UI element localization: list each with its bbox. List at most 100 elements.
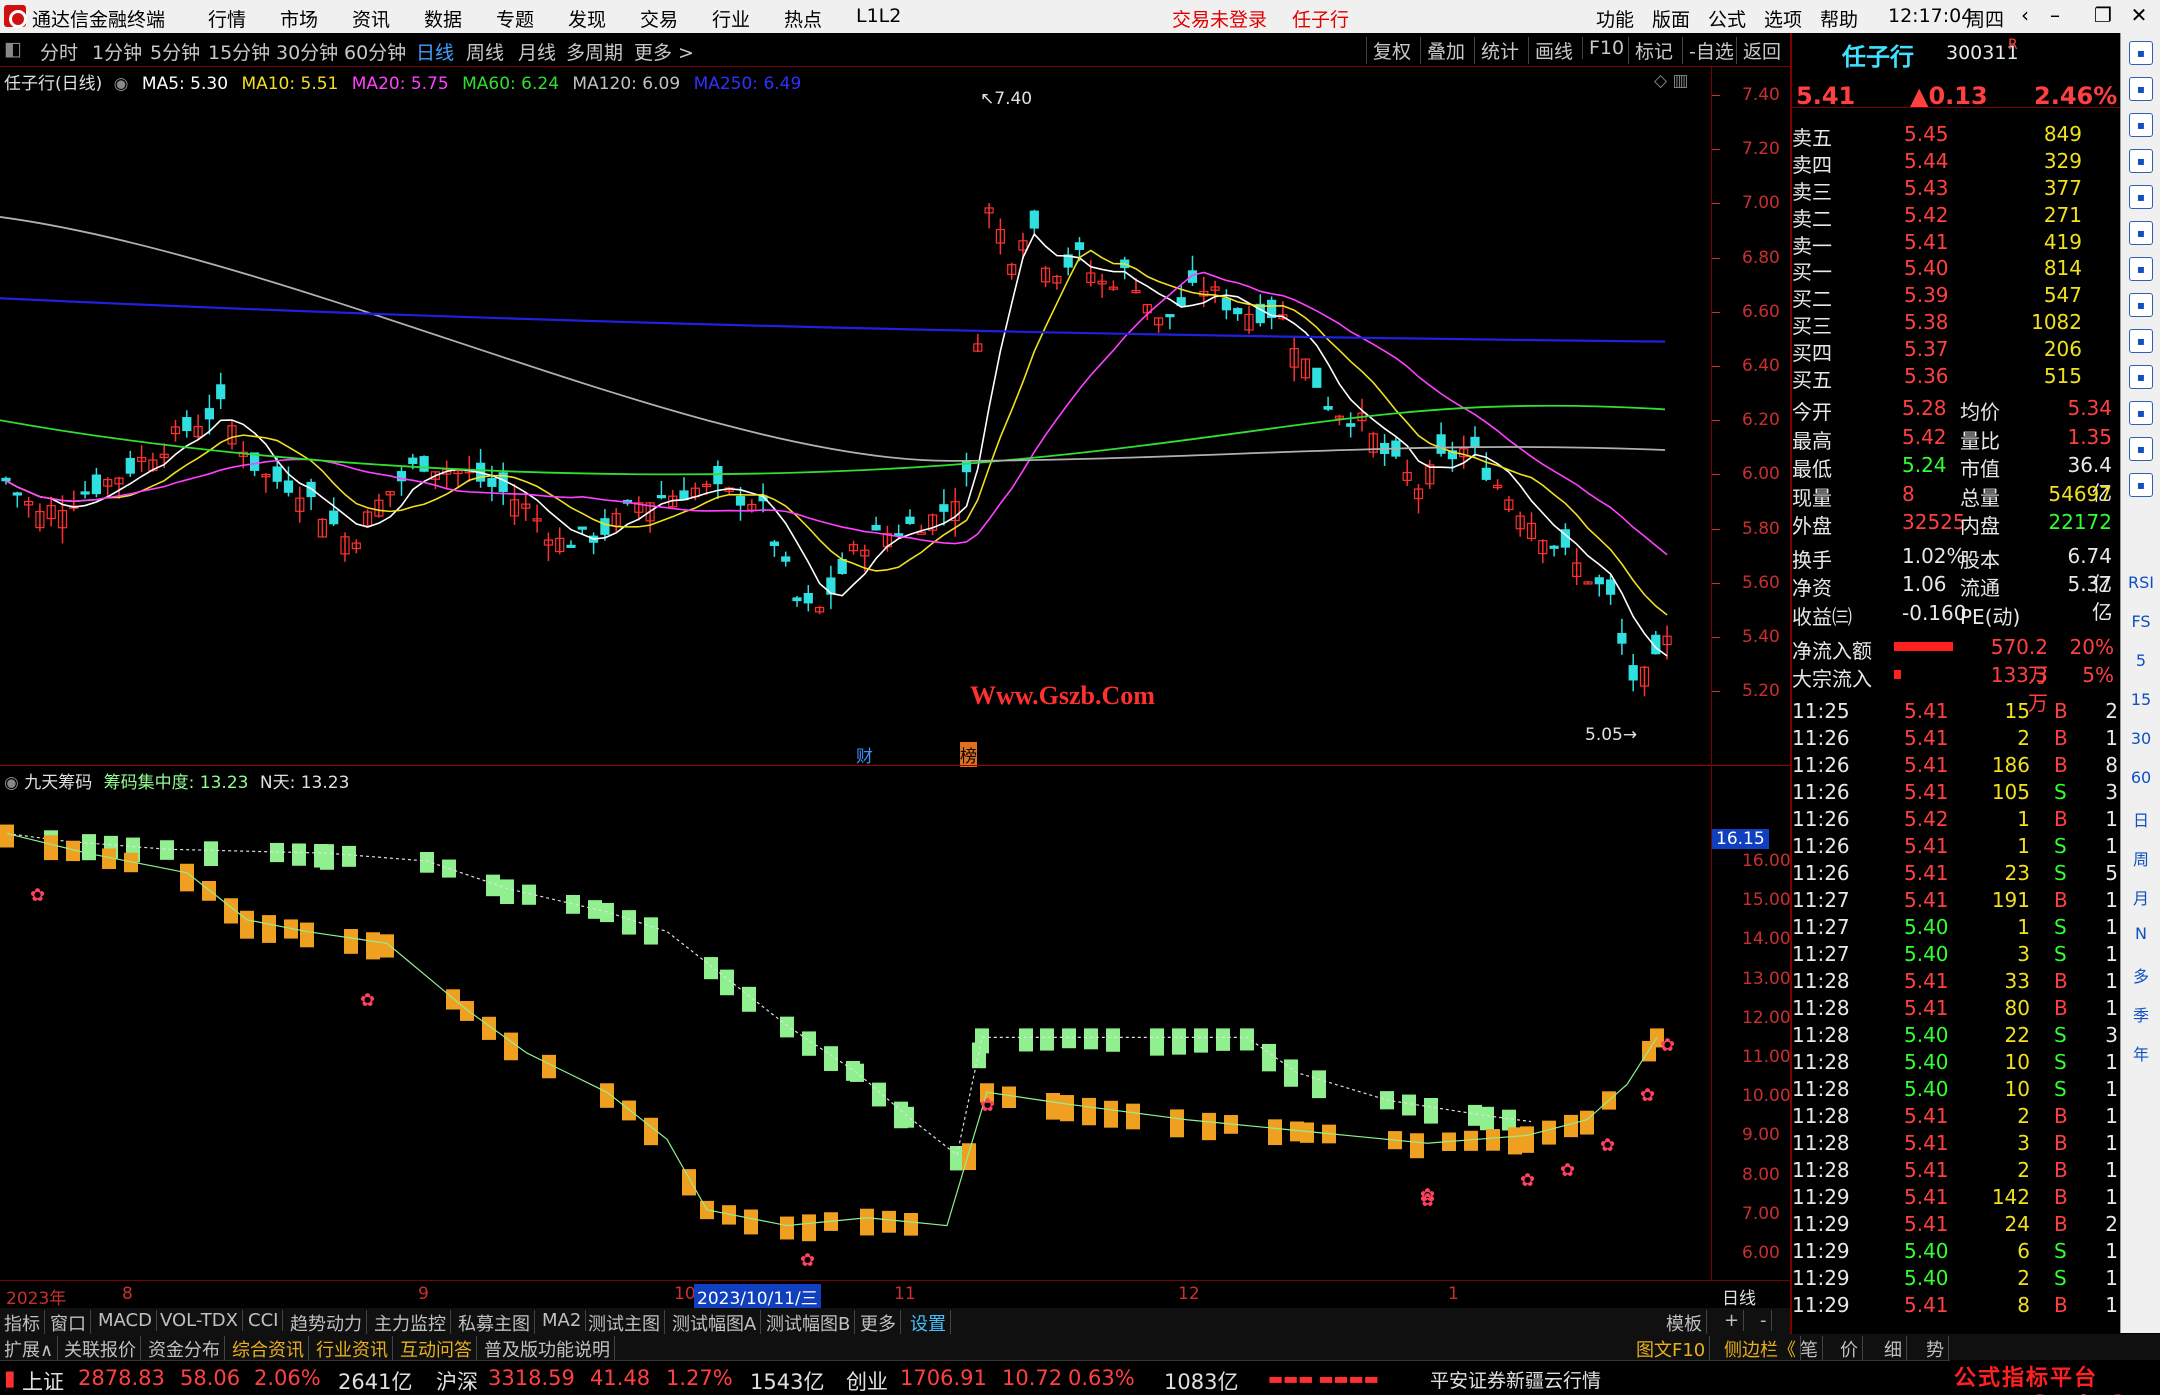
flow-row[interactable]: 大宗流入 133.3万 5% (1792, 662, 2120, 715)
menu-banmian[interactable]: 版面 (1652, 5, 1690, 32)
sidebar-period-3[interactable]: 15 (2127, 690, 2155, 709)
tab-xi[interactable]: 细 (1884, 1336, 1907, 1362)
f10-icon[interactable]: ▪ (2129, 293, 2153, 317)
zoom-out-button[interactable]: - (1760, 1310, 1772, 1331)
tree-icon[interactable]: ▪ (2129, 77, 2153, 101)
up-arrow-icon[interactable]: ▪ (2129, 41, 2153, 65)
bid-row[interactable]: 买三 5.38 1082 (1792, 309, 2120, 338)
btn-fanhui[interactable]: 返回 (1736, 37, 1781, 64)
cy-label[interactable]: 创业 (846, 1366, 888, 1395)
stat-row[interactable]: 最高 5.42 量比 1.35 (1792, 424, 2120, 453)
tab-help[interactable]: 普及版功能说明 (484, 1336, 615, 1362)
ask-row[interactable]: 卖五 5.45 849 (1792, 121, 2120, 150)
tick-row[interactable]: 11:29 5.41 24 B 2 (1792, 1211, 2120, 1238)
stock-price-row[interactable]: 5.41 ▲0.13 2.46% (1792, 81, 2120, 110)
menu-zhuanti[interactable]: 专题 (496, 5, 534, 32)
sidebar-period-1[interactable]: FS (2127, 612, 2155, 631)
bid-row[interactable]: 买一 5.40 814 (1792, 255, 2120, 284)
tab-ceshi-b[interactable]: 测试幅图B (766, 1310, 856, 1336)
tick-row[interactable]: 11:26 5.42 1 B 1 (1792, 806, 2120, 833)
sidebar-period-2[interactable]: 5 (2127, 651, 2155, 670)
tick-row[interactable]: 11:28 5.41 2 B 1 (1792, 1103, 2120, 1130)
menu-shuju[interactable]: 数据 (424, 5, 462, 32)
stat-row[interactable]: 收益㈢ -0.160 PE(动) - (1792, 600, 2120, 629)
bid-row[interactable]: 买五 5.36 515 (1792, 363, 2120, 392)
kline-chart-pane[interactable]: 任子行(日线) ◉ MA5: 5.30 MA10: 5.51 MA20: 5.7… (0, 67, 1712, 767)
menu-hangqing[interactable]: 行情 (208, 5, 246, 32)
sh-label[interactable]: 上证 (22, 1366, 64, 1395)
close-icon[interactable]: ✕ (2124, 3, 2154, 29)
current-stock-alert[interactable]: 任子行 (1292, 5, 1349, 32)
period-daily[interactable]: 日线 (416, 38, 454, 65)
sidebar-toggle[interactable]: 侧边栏《 (1724, 1336, 1801, 1362)
chart-icon[interactable]: ▪ (2129, 185, 2153, 209)
fund-icon[interactable]: ▪ (2129, 401, 2153, 425)
tab-vol-tdx[interactable]: VOL-TDX (160, 1310, 243, 1331)
menu-zixun[interactable]: 资讯 (352, 5, 390, 32)
minimize-icon[interactable]: – (2040, 3, 2070, 29)
btn-tongji[interactable]: 统计 (1474, 37, 1519, 64)
tab-general-news[interactable]: 综合资讯 (232, 1336, 309, 1362)
tick-row[interactable]: 11:29 5.41 142 B 1 (1792, 1184, 2120, 1211)
tick-row[interactable]: 11:25 5.41 15 B 2 (1792, 698, 2120, 725)
tick-row[interactable]: 11:26 5.41 2 B 1 (1792, 725, 2120, 752)
period-5min[interactable]: 5分钟 (150, 38, 200, 65)
tick-row[interactable]: 11:28 5.41 2 B 1 (1792, 1157, 2120, 1184)
finance-marker[interactable]: 财 (856, 742, 873, 767)
tab-ceshi-zhu[interactable]: 测试主图 (588, 1310, 665, 1336)
bar-chart-icon[interactable]: ▪ (2129, 221, 2153, 245)
tick-row[interactable]: 11:28 5.41 3 B 1 (1792, 1130, 2120, 1157)
sidebar-period-10[interactable]: 多 (2127, 963, 2155, 987)
tick-row[interactable]: 11:26 5.41 105 S 3 (1792, 779, 2120, 806)
face-icon[interactable]: ▪ (2129, 437, 2153, 461)
table-icon[interactable]: ▪ (2129, 257, 2153, 281)
btn-zixuan[interactable]: -自选 (1682, 37, 1734, 64)
bid-row[interactable]: 买二 5.39 547 (1792, 282, 2120, 311)
sidebar-period-11[interactable]: 季 (2127, 1002, 2155, 1026)
tick-row[interactable]: 11:29 5.41 8 B 1 (1792, 1292, 2120, 1319)
tick-row[interactable]: 11:27 5.41 191 B 1 (1792, 887, 2120, 914)
tab-qa[interactable]: 互动问答 (400, 1336, 477, 1362)
tick-row[interactable]: 11:29 5.40 6 S 1 (1792, 1238, 2120, 1265)
period-more[interactable]: 更多 > (634, 38, 694, 65)
btn-biaoji[interactable]: 标记 (1628, 37, 1673, 64)
chip-indicator-chart[interactable]: ✿✿✿✿✿ ✿✿✿✿✿✿ (0, 766, 1712, 1281)
menu-xuanxiang[interactable]: 选项 (1764, 5, 1802, 32)
back-icon[interactable]: ‹ (2010, 3, 2040, 29)
tick-row[interactable]: 11:26 5.41 1 S 1 (1792, 833, 2120, 860)
period-30min[interactable]: 30分钟 (276, 38, 338, 65)
tab-shi[interactable]: 势 (1926, 1336, 1949, 1362)
pane-settings-icon[interactable]: ◇ ▥ (1654, 71, 1689, 91)
sidebar-period-12[interactable]: 年 (2127, 1041, 2155, 1065)
tab-fund-distribution[interactable]: 资金分布 (148, 1336, 225, 1362)
tab-ceshi-a[interactable]: 测试幅图A (672, 1310, 762, 1336)
ask-row[interactable]: 卖一 5.41 419 (1792, 229, 2120, 258)
restore-icon[interactable]: ❐ (2088, 3, 2118, 29)
tab-ma2[interactable]: MA2 (542, 1310, 587, 1331)
sidebar-period-5[interactable]: 60 (2127, 768, 2155, 787)
menu-jiaoyi[interactable]: 交易 (640, 5, 678, 32)
doc-icon[interactable]: ▪ (2129, 365, 2153, 389)
indicator-toggle-icon[interactable]: ◉ (4, 773, 19, 793)
kline-chart[interactable] (0, 67, 1712, 764)
btn-diejia[interactable]: 叠加 (1420, 37, 1465, 64)
tick-row[interactable]: 11:26 5.41 23 S 5 (1792, 860, 2120, 887)
line-icon[interactable]: ▪ (2129, 473, 2153, 497)
period-60min[interactable]: 60分钟 (344, 38, 406, 65)
menu-gongshi[interactable]: 公式 (1708, 5, 1746, 32)
menu-gongneng[interactable]: 功能 (1596, 5, 1634, 32)
grid-icon[interactable]: ▪ (2129, 149, 2153, 173)
period-fenshi[interactable]: 分时 (40, 38, 78, 65)
tick-row[interactable]: 11:27 5.40 3 S 1 (1792, 941, 2120, 968)
sidebar-period-7[interactable]: 周 (2127, 846, 2155, 870)
zoom-in-button[interactable]: + (1724, 1310, 1745, 1331)
tab-zhibiao[interactable]: 指标 (4, 1310, 45, 1336)
sidebar-period-9[interactable]: N (2127, 924, 2155, 943)
tick-row[interactable]: 11:28 5.41 80 B 1 (1792, 995, 2120, 1022)
ask-row[interactable]: 卖二 5.42 271 (1792, 202, 2120, 231)
bid-row[interactable]: 买四 5.37 206 (1792, 336, 2120, 365)
btn-f10[interactable]: F10 (1582, 37, 1624, 59)
template-button[interactable]: 模板 (1666, 1310, 1707, 1336)
tab-settings[interactable]: 设置 (910, 1310, 951, 1336)
stat-row[interactable]: 外盘 32525 内盘 22172 (1792, 509, 2120, 538)
